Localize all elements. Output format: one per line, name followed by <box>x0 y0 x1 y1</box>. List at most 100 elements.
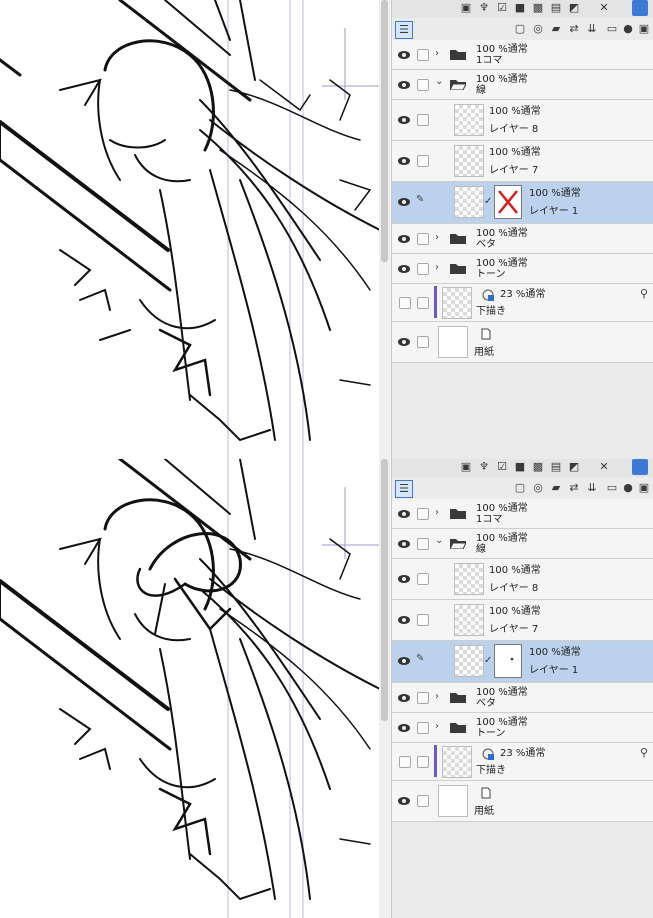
eye-icon[interactable] <box>397 656 411 666</box>
lock-transparency-icon[interactable]: ▩ <box>530 0 546 16</box>
reference-icon[interactable]: ♆ <box>476 459 492 475</box>
layer-row-1koma[interactable]: › 100 %通常 1コマ <box>392 40 653 70</box>
color-swatch-icon[interactable] <box>632 0 648 16</box>
layer-row-sen[interactable]: ⌄ 100 %通常 線 <box>392 70 653 100</box>
eye-icon[interactable] <box>397 539 411 549</box>
chevron-right-icon[interactable]: › <box>435 507 445 518</box>
mask-link-check[interactable]: ✓ <box>484 196 492 207</box>
drawing-canvas[interactable] <box>0 0 391 459</box>
new-folder-icon[interactable]: ▰ <box>548 480 564 496</box>
layer-row-layer7[interactable]: 100 %通常 レイヤー 7 <box>392 141 653 182</box>
create-mask-icon[interactable]: ● <box>620 480 636 496</box>
layer-select-checkbox[interactable] <box>417 49 429 61</box>
clear-icon[interactable]: ▭ <box>604 21 620 37</box>
draft-icon[interactable]: ☑ <box>494 459 510 475</box>
new-vector-layer-icon[interactable]: ◎ <box>530 21 546 37</box>
chevron-right-icon[interactable]: › <box>435 262 445 273</box>
layer-property-icon[interactable]: ▣ <box>458 459 474 475</box>
merge-icon[interactable]: ⇊ <box>584 480 600 496</box>
chevron-down-icon[interactable]: ⌄ <box>435 76 445 87</box>
layer-row-paper[interactable]: 用紙 <box>392 322 653 363</box>
layer-mask-thumbnail[interactable] <box>494 644 522 678</box>
clip-icon[interactable]: ▤ <box>548 459 564 475</box>
layer-select-checkbox[interactable] <box>417 795 429 807</box>
layer-select-checkbox[interactable] <box>417 114 429 126</box>
layer-row-tone[interactable]: › 100 %通常 トーン <box>392 254 653 284</box>
eye-icon[interactable] <box>397 723 411 733</box>
mask-link-check[interactable]: ✓ <box>484 655 492 666</box>
transfer-icon[interactable]: ⇄ <box>566 21 582 37</box>
layer-select-checkbox[interactable] <box>417 155 429 167</box>
layer-row-draft[interactable]: 23 %通常 下描き ⚲ <box>392 743 653 781</box>
eye-icon[interactable] <box>397 574 411 584</box>
layer-panel-icon[interactable]: ☰ <box>395 480 413 498</box>
chevron-right-icon[interactable]: › <box>435 721 445 732</box>
visibility-checkbox[interactable] <box>399 756 411 768</box>
eye-icon[interactable] <box>397 693 411 703</box>
layer-select-checkbox[interactable] <box>417 722 429 734</box>
eye-icon[interactable] <box>397 796 411 806</box>
new-vector-layer-icon[interactable]: ◎ <box>530 480 546 496</box>
layer-row-draft[interactable]: 23 %通常 下描き ⚲ <box>392 284 653 322</box>
color-swatch-icon[interactable] <box>632 459 648 475</box>
chevron-right-icon[interactable]: › <box>435 232 445 243</box>
new-raster-layer-icon[interactable]: ▢ <box>512 480 528 496</box>
eye-icon[interactable] <box>397 509 411 519</box>
eye-icon[interactable] <box>397 264 411 274</box>
eye-icon[interactable] <box>397 234 411 244</box>
visibility-checkbox[interactable] <box>399 297 411 309</box>
canvas-scrollbar[interactable] <box>379 0 391 459</box>
eye-icon[interactable] <box>397 50 411 60</box>
layer-select-checkbox[interactable] <box>417 297 429 309</box>
new-folder-icon[interactable]: ▰ <box>548 21 564 37</box>
merge-icon[interactable]: ⇊ <box>584 21 600 37</box>
layer-row-paper[interactable]: 用紙 <box>392 781 653 822</box>
mask-toggle-icon[interactable]: ◩ <box>566 459 582 475</box>
layer-row-tone[interactable]: › 100 %通常 トーン <box>392 713 653 743</box>
layer-row-beta[interactable]: › 100 %通常 ベタ <box>392 683 653 713</box>
delete-layer-icon[interactable]: ▣ <box>636 21 652 37</box>
draft-icon[interactable]: ☑ <box>494 0 510 16</box>
layer-select-checkbox[interactable] <box>417 79 429 91</box>
layer-select-checkbox[interactable] <box>417 538 429 550</box>
lock-transparency-icon[interactable]: ▩ <box>530 459 546 475</box>
eye-icon[interactable] <box>397 615 411 625</box>
chevron-right-icon[interactable]: › <box>435 48 445 59</box>
clear-icon[interactable]: ▭ <box>604 480 620 496</box>
ruler-toggle-icon[interactable]: ✕ <box>596 0 612 16</box>
canvas-scrollbar[interactable] <box>379 459 391 918</box>
new-raster-layer-icon[interactable]: ▢ <box>512 21 528 37</box>
chevron-right-icon[interactable]: › <box>435 691 445 702</box>
lock-icon[interactable]: ■ <box>512 0 528 16</box>
layer-select-checkbox[interactable] <box>417 573 429 585</box>
mask-toggle-icon[interactable]: ◩ <box>566 0 582 16</box>
layer-panel-icon[interactable]: ☰ <box>395 21 413 39</box>
layer-row-beta[interactable]: › 100 %通常 ベタ <box>392 224 653 254</box>
layer-select-checkbox[interactable] <box>417 508 429 520</box>
layer-select-checkbox[interactable] <box>417 692 429 704</box>
delete-layer-icon[interactable]: ▣ <box>636 480 652 496</box>
layer-property-icon[interactable]: ▣ <box>458 0 474 16</box>
layer-select-checkbox[interactable] <box>417 614 429 626</box>
create-mask-icon[interactable]: ● <box>620 21 636 37</box>
drawing-canvas[interactable] <box>0 459 391 918</box>
layer-row-layer8[interactable]: 100 %通常 レイヤー 8 <box>392 100 653 141</box>
eye-icon[interactable] <box>397 337 411 347</box>
lock-icon[interactable]: ■ <box>512 459 528 475</box>
layer-row-1koma[interactable]: › 100 %通常 1コマ <box>392 499 653 529</box>
layer-select-checkbox[interactable] <box>417 263 429 275</box>
eye-icon[interactable] <box>397 156 411 166</box>
transfer-icon[interactable]: ⇄ <box>566 480 582 496</box>
layer-row-layer1[interactable]: ✎ ✓ 100 %通常 レイヤー 1 <box>392 641 653 683</box>
layer-select-checkbox[interactable] <box>417 756 429 768</box>
layer-row-layer1[interactable]: ✎ ✓ 100 %通常 レイヤー 1 <box>392 182 653 224</box>
eye-icon[interactable] <box>397 197 411 207</box>
layer-row-layer7[interactable]: 100 %通常 レイヤー 7 <box>392 600 653 641</box>
layer-row-sen[interactable]: ⌄ 100 %通常 線 <box>392 529 653 559</box>
eye-icon[interactable] <box>397 80 411 90</box>
layer-select-checkbox[interactable] <box>417 336 429 348</box>
layer-row-layer8[interactable]: 100 %通常 レイヤー 8 <box>392 559 653 600</box>
eye-icon[interactable] <box>397 115 411 125</box>
clip-icon[interactable]: ▤ <box>548 0 564 16</box>
ruler-toggle-icon[interactable]: ✕ <box>596 459 612 475</box>
